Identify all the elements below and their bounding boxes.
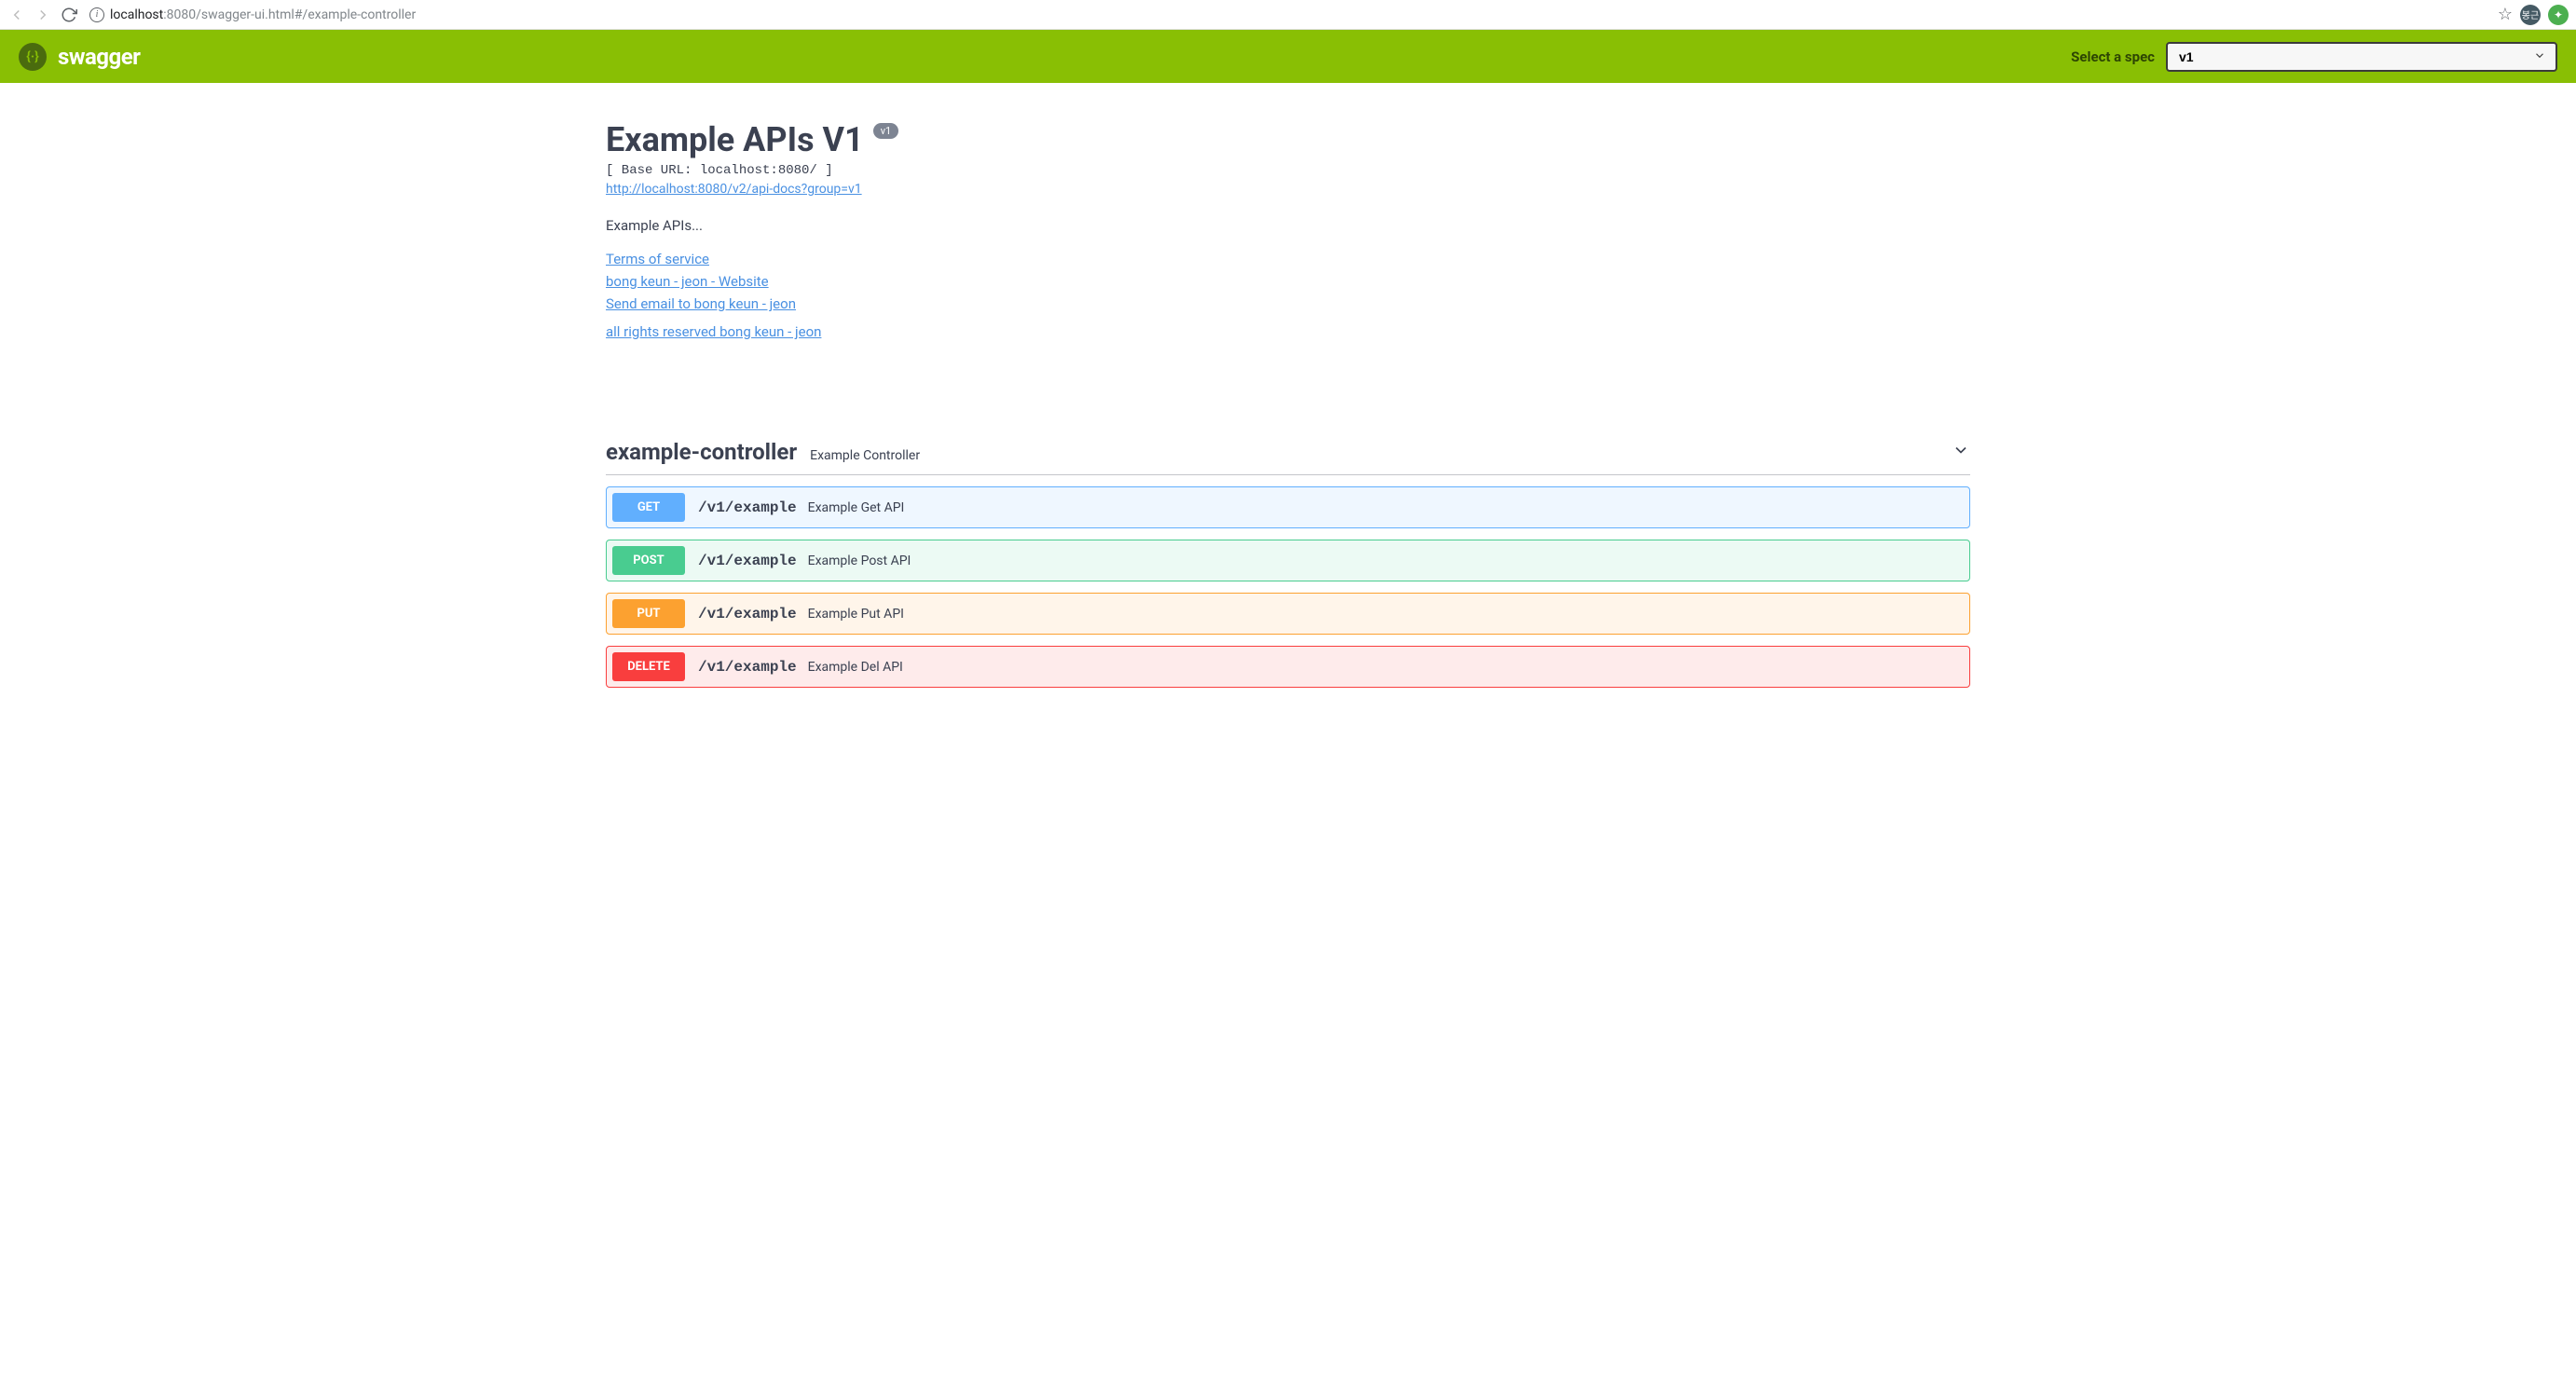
- operation-path: /v1/example: [698, 553, 797, 569]
- operation-path: /v1/example: [698, 499, 797, 516]
- contact-website-link[interactable]: bong keun - jeon - Website: [606, 273, 1970, 290]
- swagger-logo[interactable]: {·} swagger: [19, 43, 140, 71]
- operation-get[interactable]: GET/v1/example Example Get API: [606, 486, 1970, 528]
- license-link[interactable]: all rights reserved bong keun - jeon: [606, 323, 1970, 340]
- operation-summary: Example Put API: [808, 607, 904, 622]
- contact-email-link[interactable]: Send email to bong keun - jeon: [606, 295, 1970, 312]
- site-info-icon[interactable]: i: [89, 7, 104, 22]
- profile-avatar[interactable]: 봉근: [2520, 5, 2541, 25]
- method-badge: GET: [612, 493, 685, 522]
- method-badge: PUT: [612, 599, 685, 628]
- spec-selector-wrap: Select a spec v1: [2071, 42, 2557, 72]
- url-text: localhost:8080/swagger-ui.html#/example-…: [110, 7, 416, 22]
- bookmark-star-icon[interactable]: ☆: [2498, 5, 2513, 24]
- api-info-section: Example APIs V1 v1 [ Base URL: localhost…: [606, 83, 1970, 374]
- browser-toolbar: i localhost:8080/swagger-ui.html#/exampl…: [0, 0, 2576, 30]
- forward-button[interactable]: [34, 6, 52, 24]
- operation-put[interactable]: PUT/v1/example Example Put API: [606, 593, 1970, 635]
- back-button[interactable]: [7, 6, 26, 24]
- swagger-logo-text: swagger: [58, 44, 140, 70]
- operation-summary: Example Get API: [808, 500, 905, 515]
- operation-summary: Example Post API: [808, 554, 911, 568]
- tag-section: example-controller Example Controller GE…: [606, 430, 1970, 688]
- operation-summary: Example Del API: [808, 660, 903, 675]
- operation-path: /v1/example: [698, 606, 797, 622]
- method-badge: DELETE: [612, 652, 685, 681]
- spec-select[interactable]: v1: [2166, 42, 2557, 72]
- method-badge: POST: [612, 546, 685, 575]
- tag-header[interactable]: example-controller Example Controller: [606, 430, 1970, 475]
- api-description: Example APIs...: [606, 217, 1970, 234]
- api-title: Example APIs V1: [606, 120, 864, 159]
- terms-of-service-link[interactable]: Terms of service: [606, 251, 1970, 267]
- reload-button[interactable]: [60, 6, 78, 24]
- base-url: [ Base URL: localhost:8080/ ]: [606, 163, 1970, 178]
- operation-post[interactable]: POST/v1/example Example Post API: [606, 540, 1970, 581]
- operations-list: GET/v1/example Example Get API POST/v1/exa…: [606, 486, 1970, 688]
- version-badge: v1: [873, 123, 899, 139]
- swagger-topbar: {·} swagger Select a spec v1: [0, 30, 2576, 83]
- extension-icon[interactable]: ✦: [2548, 5, 2569, 25]
- address-bar[interactable]: i localhost:8080/swagger-ui.html#/exampl…: [86, 7, 2490, 22]
- tag-name: example-controller: [606, 439, 797, 465]
- chevron-down-icon: [1952, 441, 1970, 463]
- spec-label: Select a spec: [2071, 48, 2155, 65]
- operation-path: /v1/example: [698, 659, 797, 676]
- operation-delete[interactable]: DELETE/v1/example Example Del API: [606, 646, 1970, 688]
- api-docs-link[interactable]: http://localhost:8080/v2/api-docs?group=…: [606, 182, 862, 197]
- swagger-logo-icon: {·}: [19, 43, 47, 71]
- tag-description: Example Controller: [810, 448, 920, 463]
